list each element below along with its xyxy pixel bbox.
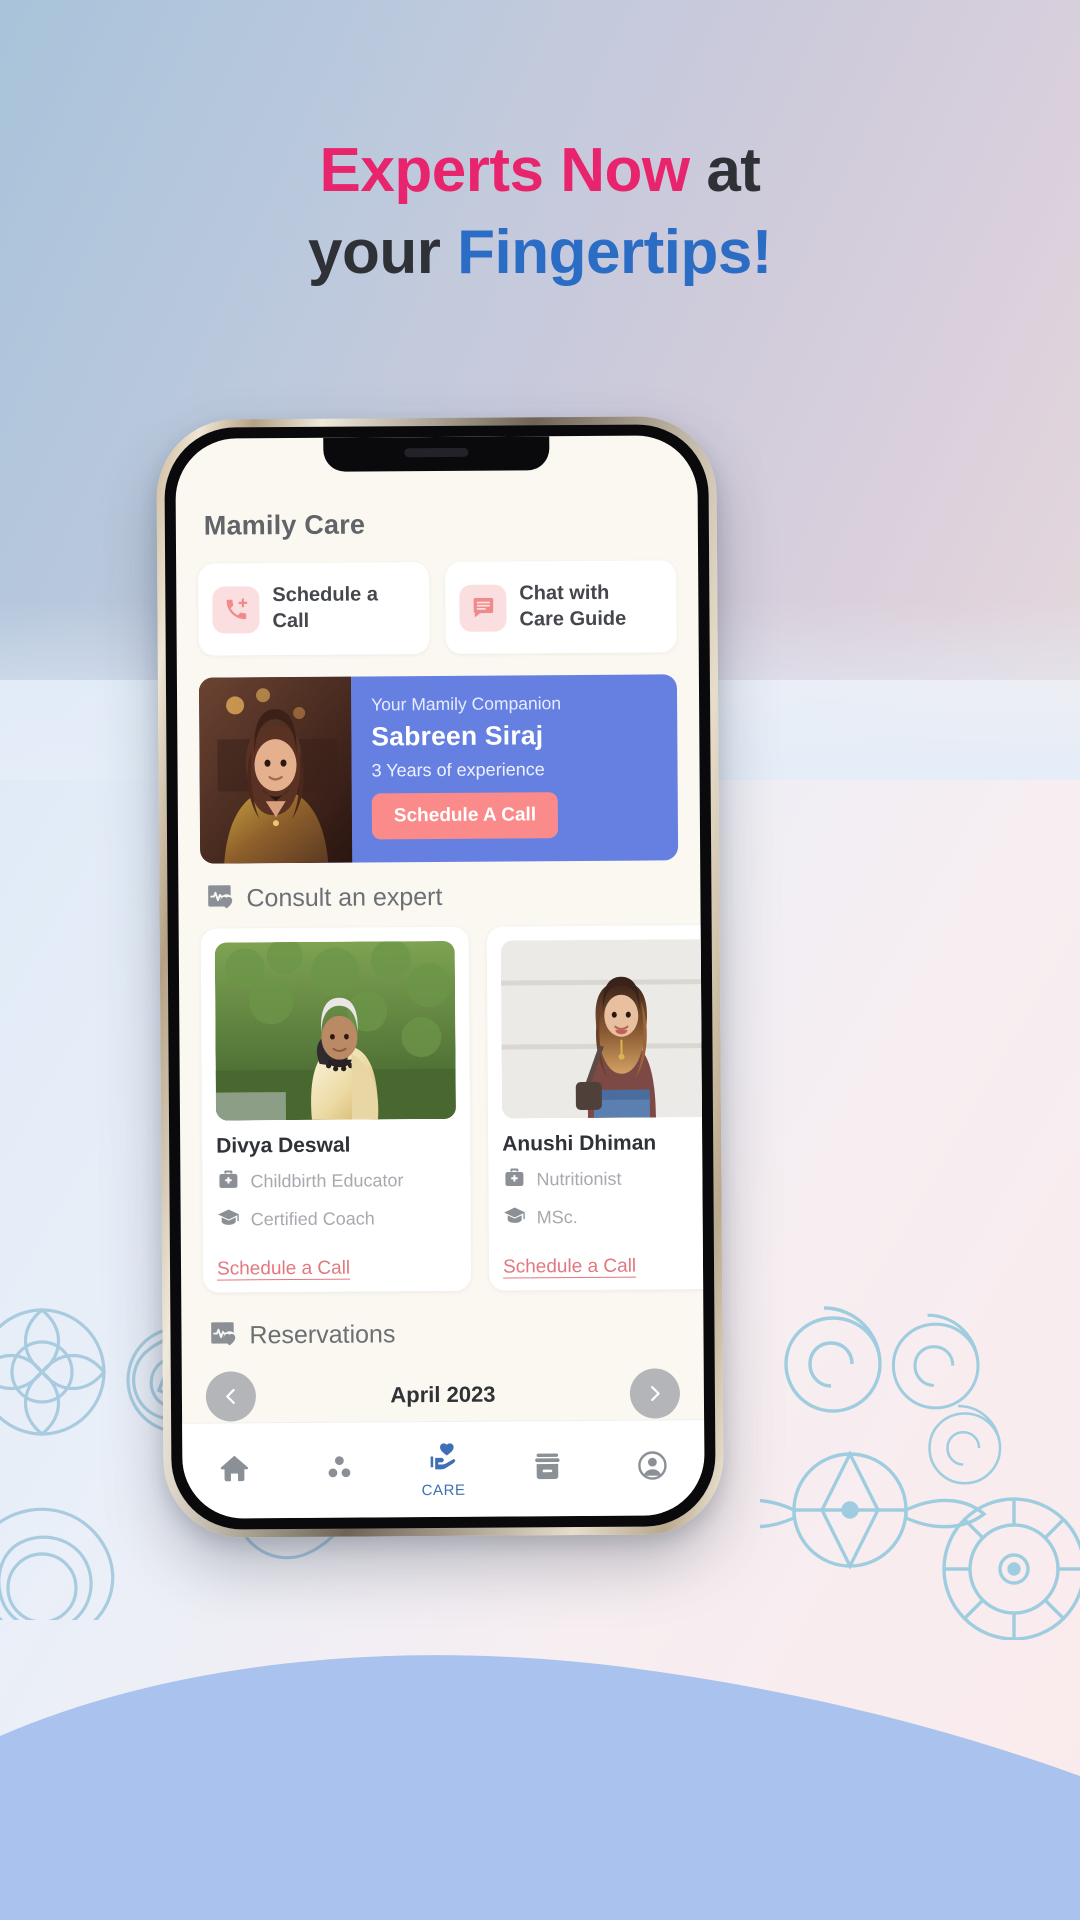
schedule-a-call-card[interactable]: Schedule a Call (198, 562, 430, 656)
celtic-spiral-icon (928, 1404, 1002, 1485)
quick-actions-row: Schedule a Call Chat with Care Guide (176, 538, 699, 656)
reservations-section-header: Reservations (181, 1289, 703, 1354)
month-navigator: April 2023 (182, 1350, 704, 1422)
expert-card[interactable]: Divya Deswal Childbirth Educator Certifi… (200, 926, 472, 1293)
expert-credential-label: MSc. (536, 1207, 578, 1228)
tab-care-label: CARE (421, 1481, 466, 1500)
tab-explore[interactable] (287, 1450, 392, 1490)
companion-avatar (198, 676, 353, 864)
phone-bezel: Mamily Care Schedule a Call Chat with Ca… (164, 424, 716, 1530)
archive-box-icon (531, 1449, 565, 1488)
medical-bag-icon (216, 1167, 240, 1196)
expert-credential-label: Nutritionist (536, 1168, 622, 1190)
tab-archive[interactable] (496, 1449, 601, 1489)
phone-mockup: Mamily Care Schedule a Call Chat with Ca… (156, 416, 724, 1538)
phone-plus-icon (212, 585, 260, 634)
phone-screen: Mamily Care Schedule a Call Chat with Ca… (175, 435, 705, 1519)
expert-credential: Nutritionist (502, 1164, 704, 1195)
celtic-spiral-icon (891, 1313, 980, 1410)
quick-action-label-line1: Schedule a (272, 583, 379, 607)
quick-action-label-line2: Care Guide (519, 607, 627, 631)
bottom-wave (0, 1655, 1080, 1920)
expert-schedule-call-link[interactable]: Schedule a Call (503, 1256, 636, 1279)
expert-credential-label: Childbirth Educator (250, 1170, 404, 1192)
expert-credential: MSc. (503, 1202, 705, 1233)
headline-line-1-rest: at (689, 136, 761, 205)
tab-account[interactable] (600, 1448, 705, 1488)
companion-details: Your Mamily Companion Sabreen Siraj 3 Ye… (351, 674, 678, 862)
pulse-heart-icon (207, 1318, 237, 1353)
bottom-tab-bar: CARE (182, 1419, 705, 1519)
headline-line-1: Experts Now at (320, 136, 761, 205)
tab-care[interactable]: CARE (391, 1440, 496, 1500)
companion-name: Sabreen Siraj (371, 720, 544, 752)
headline-highlight-experts: Experts Now (319, 136, 691, 205)
hand-heart-icon (426, 1440, 460, 1479)
chat-bubble-icon (459, 584, 507, 632)
dots-cluster-icon (322, 1451, 356, 1490)
companion-experience: 3 Years of experience (371, 759, 545, 781)
earpiece-speaker (404, 447, 469, 458)
expert-card[interactable]: Anushi Dhiman Nutritionist MSc. Schedule… (486, 924, 705, 1291)
graduation-cap-icon (503, 1203, 527, 1232)
pulse-heart-icon (204, 881, 234, 916)
schedule-a-call-label: Schedule a Call (272, 583, 378, 635)
app-container: Mamily Care Schedule a Call Chat with Ca… (175, 435, 705, 1519)
chat-with-care-guide-card[interactable]: Chat with Care Guide (445, 560, 677, 654)
tab-home[interactable] (182, 1451, 287, 1491)
chevron-left-icon[interactable] (205, 1371, 257, 1422)
expert-schedule-call-link[interactable]: Schedule a Call (217, 1258, 350, 1281)
quick-action-label-line2: Call (272, 609, 310, 633)
expert-name: Anushi Dhiman (502, 1131, 657, 1156)
reservations-section-title: Reservations (249, 1320, 396, 1350)
expert-credential: Childbirth Educator (216, 1166, 456, 1197)
celtic-spiral-icon (784, 1306, 882, 1413)
quick-action-label-line1: Chat with (519, 582, 610, 605)
celtic-knot-icon (0, 1307, 107, 1437)
experts-list: Divya Deswal Childbirth Educator Certifi… (179, 913, 705, 1293)
chevron-right-icon[interactable] (629, 1368, 681, 1419)
account-circle-icon (635, 1448, 669, 1487)
companion-schedule-call-button[interactable]: Schedule A Call (371, 792, 559, 840)
expert-credential-label: Certified Coach (250, 1208, 375, 1230)
companion-subtitle: Your Mamily Companion (371, 693, 562, 715)
graduation-cap-icon (217, 1205, 241, 1234)
medical-bag-icon (502, 1165, 526, 1194)
companion-card[interactable]: Your Mamily Companion Sabreen Siraj 3 Ye… (198, 674, 679, 864)
expert-name: Divya Deswal (216, 1133, 351, 1158)
promo-headline: Experts Now at your Fingertips! (0, 140, 1080, 284)
expert-credential: Certified Coach (217, 1204, 457, 1235)
headline-line-2: your Fingertips! (0, 222, 1080, 284)
expert-photo (214, 940, 456, 1121)
consult-section-header: Consult an expert (178, 860, 700, 917)
chat-with-care-guide-label: Chat with Care Guide (519, 581, 626, 633)
home-icon (218, 1451, 252, 1490)
headline-line-2-lead: your (308, 218, 458, 287)
expert-photo (500, 938, 705, 1119)
headline-highlight-fingertips: Fingertips! (457, 218, 772, 287)
consult-section-title: Consult an expert (246, 882, 443, 913)
phone-notch (323, 436, 550, 472)
current-month-label: April 2023 (390, 1381, 496, 1408)
app-scroll-area[interactable]: Mamily Care Schedule a Call Chat with Ca… (175, 435, 705, 1423)
